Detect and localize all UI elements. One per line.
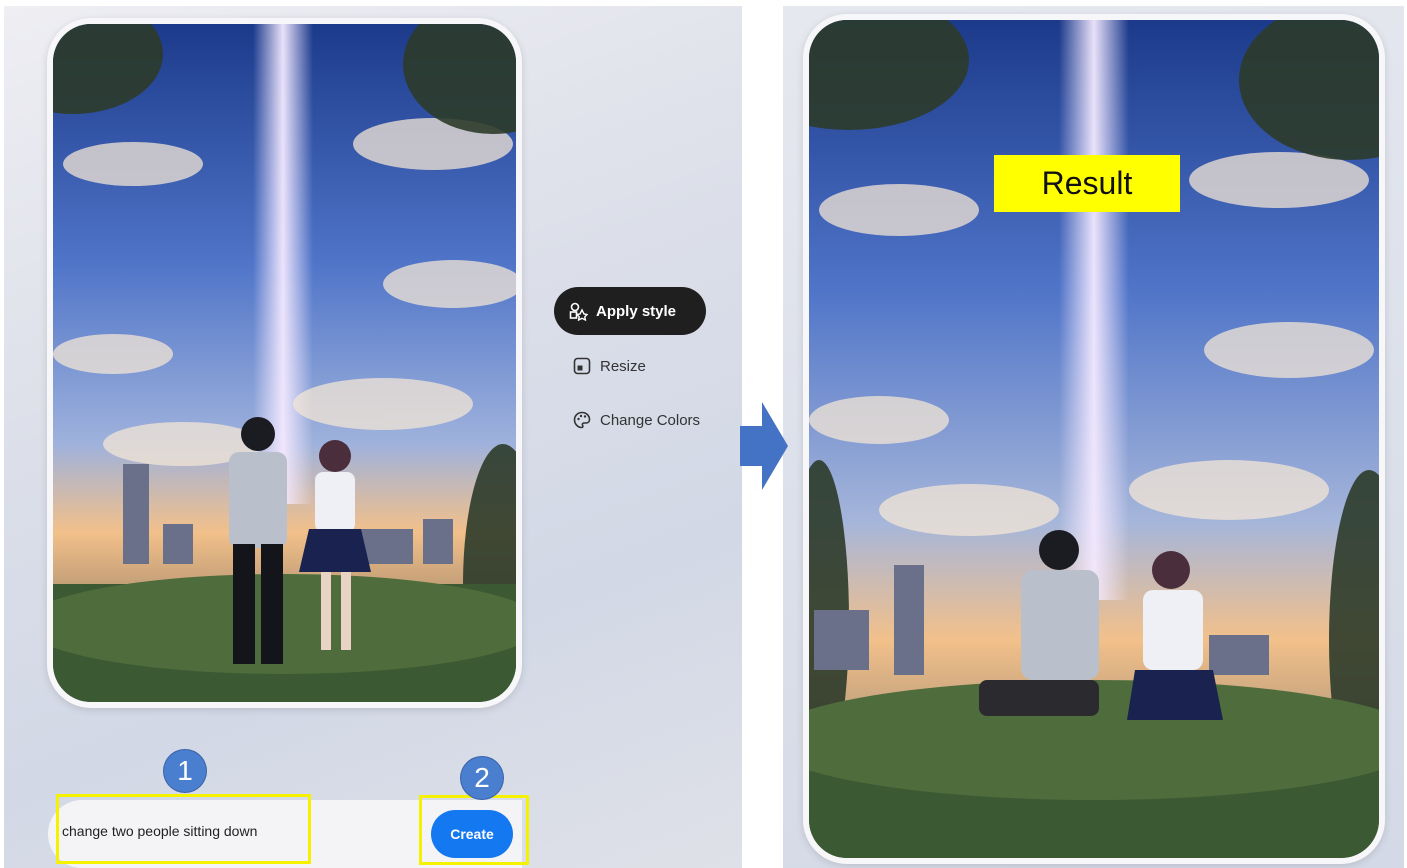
- source-image: [53, 24, 516, 702]
- resize-icon: [572, 356, 592, 376]
- step-badge-1: 1: [164, 750, 206, 792]
- shapes-style-icon: [568, 301, 589, 322]
- result-label: Result: [994, 155, 1180, 212]
- apply-style-button[interactable]: Apply style: [554, 287, 706, 335]
- resize-button[interactable]: Resize: [572, 354, 646, 378]
- resize-label: Resize: [600, 357, 646, 375]
- prompt-highlight-box: [56, 794, 311, 864]
- apply-style-label: Apply style: [596, 302, 677, 320]
- palette-icon: [572, 410, 592, 430]
- arrow-right-icon: [740, 402, 788, 490]
- create-highlight-box: [419, 795, 529, 865]
- step-badge-2: 2: [461, 757, 503, 799]
- change-colors-button[interactable]: Change Colors: [572, 408, 700, 432]
- result-image: [809, 20, 1379, 858]
- change-colors-label: Change Colors: [600, 411, 701, 429]
